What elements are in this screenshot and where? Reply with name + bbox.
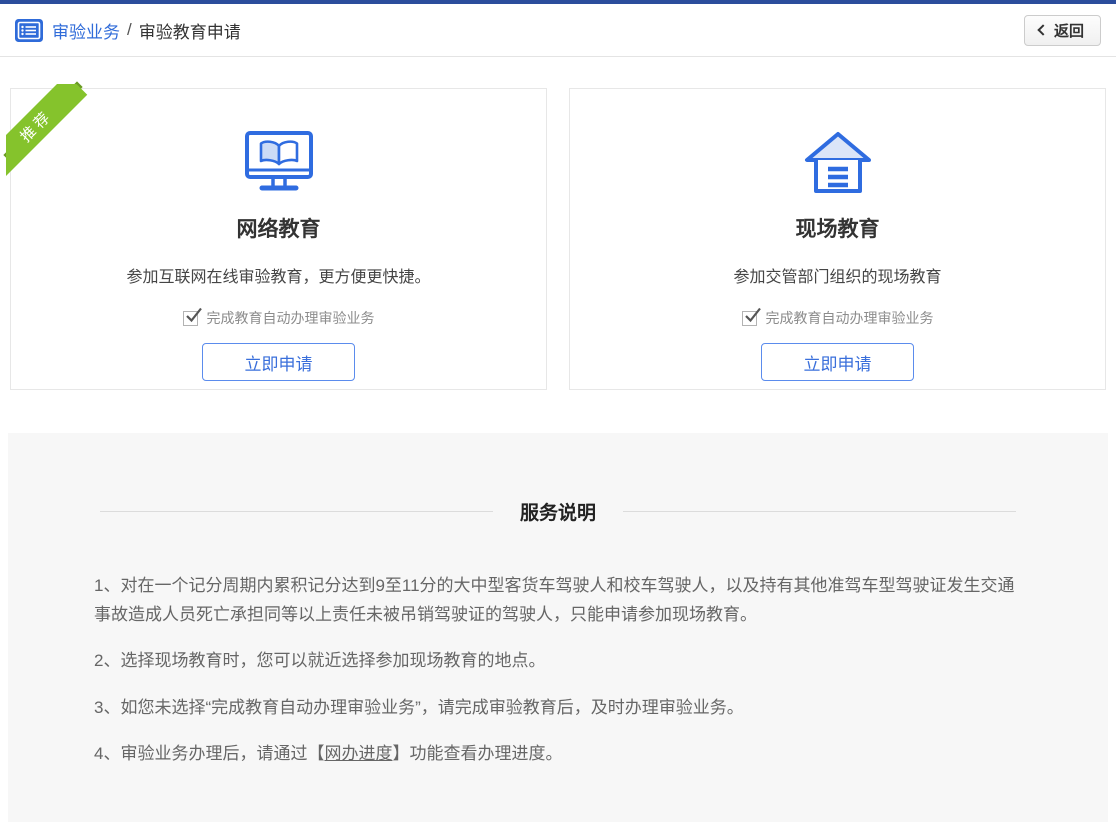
back-button-label: 返回 <box>1054 20 1084 41</box>
service-note-4-prefix: 4、审验业务办理后，请通过【 <box>94 744 324 763</box>
card-title: 现场教育 <box>570 213 1105 243</box>
service-note-4: 4、审验业务办理后，请通过【网办进度】功能查看办理进度。 <box>94 739 1022 768</box>
auto-process-checkbox[interactable] <box>183 311 198 326</box>
service-note-3: 3、如您未选择“完成教育自动办理审验业务”，请完成审验教育后，及时办理审验业务。 <box>94 693 1022 722</box>
breadcrumb-separator: / <box>127 20 132 40</box>
education-options: 推荐 网络教育 参加互联网在线审验教育，更方便更快捷。 <box>10 88 1106 390</box>
service-notes-title: 服务说明 <box>520 498 596 525</box>
back-button[interactable]: 返回 <box>1024 15 1101 46</box>
auto-process-checkbox-label: 完成教育自动办理审验业务 <box>766 308 934 328</box>
monitor-book-icon <box>11 129 546 197</box>
auto-process-checkbox-label: 完成教育自动办理审验业务 <box>207 308 375 328</box>
page-header: 审验业务 / 审验教育申请 返回 <box>0 4 1116 57</box>
list-form-icon <box>15 19 43 42</box>
card-onsite-education: 现场教育 参加交管部门组织的现场教育 完成教育自动办理审验业务 立即申请 <box>569 88 1106 390</box>
auto-process-checkbox-row[interactable]: 完成教育自动办理审验业务 <box>570 308 1105 328</box>
service-note-2: 2、选择现场教育时，您可以就近选择参加现场教育的地点。 <box>94 646 1022 675</box>
page: 审验业务 / 审验教育申请 返回 推荐 <box>0 0 1116 822</box>
breadcrumb: 审验业务 / 审验教育申请 <box>52 18 241 43</box>
card-online-education: 推荐 网络教育 参加互联网在线审验教育，更方便更快捷。 <box>10 88 547 390</box>
apply-now-button-online[interactable]: 立即申请 <box>202 343 355 381</box>
divider-line <box>623 511 1016 512</box>
online-progress-link[interactable]: 网办进度 <box>324 744 392 763</box>
card-description: 参加交管部门组织的现场教育 <box>570 263 1105 287</box>
card-description: 参加互联网在线审验教育，更方便更快捷。 <box>11 263 546 287</box>
service-note-1: 1、对在一个记分周期内累积记分达到9至11分的大中型客货车驾驶人和校车驾驶人，以… <box>94 571 1022 629</box>
auto-process-checkbox[interactable] <box>742 311 757 326</box>
chevron-left-icon <box>1037 24 1048 35</box>
service-note-4-suffix: 】功能查看办理进度。 <box>392 744 562 763</box>
divider-line <box>100 511 493 512</box>
ribbon-fold <box>71 81 82 92</box>
service-title-row: 服务说明 <box>100 498 1016 525</box>
breadcrumb-root-link[interactable]: 审验业务 <box>52 18 120 43</box>
apply-now-button-onsite[interactable]: 立即申请 <box>761 343 914 381</box>
service-notes-section: 服务说明 1、对在一个记分周期内累积记分达到9至11分的大中型客货车驾驶人和校车… <box>8 433 1108 822</box>
breadcrumb-current: 审验教育申请 <box>139 18 241 43</box>
service-notes-list: 1、对在一个记分周期内累积记分达到9至11分的大中型客货车驾驶人和校车驾驶人，以… <box>94 571 1022 768</box>
card-title: 网络教育 <box>11 213 546 243</box>
auto-process-checkbox-row[interactable]: 完成教育自动办理审验业务 <box>11 308 546 328</box>
house-list-icon <box>570 129 1105 197</box>
